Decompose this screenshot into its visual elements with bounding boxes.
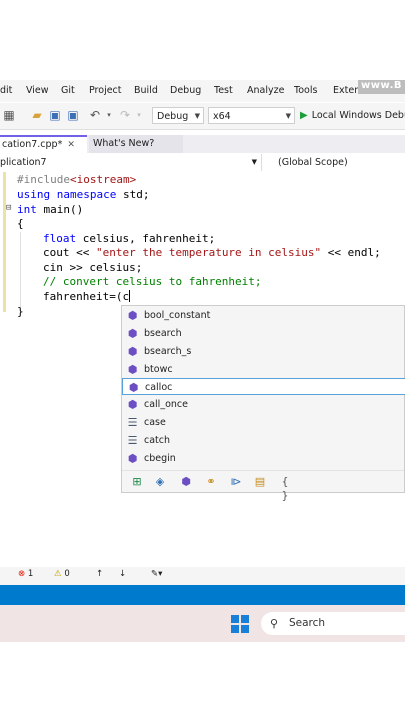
completion-item[interactable]: ☰ case bbox=[122, 414, 405, 431]
project-select[interactable]: plication7 ▼ bbox=[0, 154, 262, 171]
completion-item[interactable]: ☰ catch bbox=[122, 432, 405, 449]
navigation-bar: plication7 ▼ (Global Scope) bbox=[0, 154, 405, 173]
namespace-filter-icon[interactable]: ◈ bbox=[153, 475, 167, 489]
tab-label: What's New? bbox=[93, 138, 155, 149]
intellisense-popup[interactable]: ⬢ bool_constant ⬢ bsearch ⬢ bsearch_s ⬢ … bbox=[121, 305, 405, 502]
status-bar bbox=[0, 585, 405, 605]
editor-status-row: ⊗ 1 ⚠ 0 ↑ ↓ ✎▾ bbox=[0, 567, 405, 585]
configuration-select[interactable]: Debug ▼ bbox=[152, 107, 204, 124]
chevron-down-icon: ▼ bbox=[251, 158, 257, 166]
keyword-icon: ☰ bbox=[127, 416, 138, 429]
arrow-down-icon[interactable]: ↓ bbox=[119, 569, 126, 579]
text-cursor bbox=[129, 290, 131, 302]
variable-filter-icon[interactable]: ▤ bbox=[253, 475, 267, 489]
fold-icon[interactable]: ⊟ bbox=[6, 203, 11, 213]
tab-whats-new[interactable]: What's New? bbox=[89, 135, 183, 153]
function-icon: ⬢ bbox=[127, 398, 138, 411]
menu-view[interactable]: View bbox=[26, 85, 49, 96]
watermark: www.B bbox=[358, 80, 405, 94]
tab-label: cation7.cpp* bbox=[2, 139, 63, 150]
menu-git[interactable]: Git bbox=[61, 85, 75, 96]
function-icon: ⬢ bbox=[127, 345, 138, 358]
code-line-9: fahrenheit=(c bbox=[43, 290, 131, 303]
function-icon: ⬢ bbox=[127, 452, 138, 465]
scope-select[interactable]: (Global Scope) bbox=[278, 154, 348, 171]
undo-dropdown-icon[interactable]: ▾ bbox=[102, 108, 116, 122]
errors-indicator[interactable]: ⊗ 1 bbox=[18, 569, 33, 579]
code-line-3: int main() bbox=[17, 203, 84, 216]
start-debugging-button[interactable]: ▶ Local Windows Debu bbox=[300, 107, 405, 124]
function-icon: ⬢ bbox=[127, 327, 138, 340]
completion-item[interactable]: ⬢ call_once bbox=[122, 396, 405, 413]
project-value: plication7 bbox=[0, 157, 47, 168]
chevron-down-icon: ▼ bbox=[285, 112, 291, 120]
play-icon: ▶ bbox=[300, 110, 308, 121]
close-icon[interactable]: ✕ bbox=[67, 140, 75, 150]
platform-select[interactable]: x64 ▼ bbox=[208, 107, 295, 124]
arrow-up-icon[interactable]: ↑ bbox=[96, 569, 103, 579]
completion-item-selected[interactable]: ⬢ calloc bbox=[122, 378, 405, 395]
redo-dropdown-icon[interactable]: ▾ bbox=[132, 108, 146, 122]
code-cleanup-icon[interactable]: ✎▾ bbox=[151, 569, 162, 579]
completion-item[interactable]: ⬢ bsearch bbox=[122, 325, 405, 342]
search-icon: ⚲ bbox=[270, 617, 279, 630]
completion-item[interactable]: ⬢ btowc bbox=[122, 361, 405, 378]
search-placeholder: Search bbox=[289, 617, 326, 629]
toolbar: ▦ ▰ ▣ ▣ ↶ ▾ ↷ ▾ Debug ▼ x64 ▼ ▶ Local Win… bbox=[0, 103, 405, 130]
code-line-8: // convert celsius to fahrenheit; bbox=[43, 275, 262, 288]
tab-source-file[interactable]: cation7.cpp* ✕ bbox=[0, 135, 87, 153]
menu-build[interactable]: Build bbox=[134, 85, 158, 96]
error-icon: ⊗ bbox=[18, 569, 26, 579]
platform-value: x64 bbox=[213, 111, 231, 122]
open-folder-icon[interactable]: ▰ bbox=[30, 108, 44, 122]
code-line-1: #include<iostream> bbox=[17, 173, 137, 186]
code-line-10: } bbox=[17, 305, 24, 318]
taskbar: ⚲ Search bbox=[0, 605, 405, 642]
menu-tools[interactable]: Tools bbox=[294, 85, 317, 96]
chevron-down-icon: ▼ bbox=[194, 112, 200, 120]
function-icon: ⬢ bbox=[127, 363, 138, 376]
enum-filter-icon[interactable]: ⧐ bbox=[229, 475, 243, 489]
completion-filters: ⊞ ◈ ⬢ ⚭ ⧐ ▤ { } bbox=[122, 470, 404, 502]
completion-item[interactable]: ⬢ cbegin bbox=[122, 450, 405, 467]
completion-item[interactable]: ⬢ bool_constant bbox=[122, 307, 405, 324]
warning-icon: ⚠ bbox=[54, 569, 62, 579]
struct-filter-icon[interactable]: ⚭ bbox=[204, 475, 218, 489]
redo-icon[interactable]: ↷ bbox=[118, 108, 132, 122]
change-indicator bbox=[3, 172, 6, 312]
code-line-5: float celsius, fahrenheit; bbox=[43, 232, 216, 245]
keyword-icon: ☰ bbox=[127, 434, 138, 447]
menu-debug[interactable]: Debug bbox=[170, 85, 201, 96]
code-line-2: using namespace std; bbox=[17, 188, 150, 201]
code-line-6: cout << "enter the temperature in celsiu… bbox=[43, 246, 381, 259]
new-project-icon[interactable]: ▦ bbox=[2, 108, 16, 122]
menu-edit[interactable]: dit bbox=[0, 85, 12, 96]
scope-value: (Global Scope) bbox=[278, 157, 348, 168]
code-line-7: cin >> celsius; bbox=[43, 261, 143, 274]
configuration-value: Debug bbox=[157, 111, 189, 122]
menu-analyze[interactable]: Analyze bbox=[247, 85, 284, 96]
warnings-indicator[interactable]: ⚠ 0 bbox=[54, 569, 70, 579]
undo-icon[interactable]: ↶ bbox=[88, 108, 102, 122]
function-icon: ⬢ bbox=[128, 381, 139, 394]
braces-filter-icon[interactable]: { } bbox=[278, 475, 292, 502]
menu-project[interactable]: Project bbox=[89, 85, 122, 96]
save-all-icon[interactable]: ▣ bbox=[66, 108, 80, 122]
snippet-filter-icon[interactable]: ⊞ bbox=[130, 475, 144, 489]
menu-test[interactable]: Test bbox=[214, 85, 233, 96]
save-icon[interactable]: ▣ bbox=[48, 108, 62, 122]
taskbar-search[interactable]: ⚲ Search bbox=[261, 612, 405, 635]
class-filter-icon[interactable]: ⬢ bbox=[179, 475, 193, 489]
run-label: Local Windows Debu bbox=[311, 110, 405, 121]
code-line-4: { bbox=[17, 217, 24, 230]
class-icon: ⬢ bbox=[127, 309, 138, 322]
completion-item[interactable]: ⬢ bsearch_s bbox=[122, 343, 405, 360]
windows-start-icon[interactable] bbox=[231, 615, 249, 633]
indent-guide bbox=[20, 232, 21, 312]
menu-bar: dit View Git Project Build Debug Test An… bbox=[0, 80, 405, 102]
document-tabs: cation7.cpp* ✕ What's New? bbox=[0, 135, 405, 153]
